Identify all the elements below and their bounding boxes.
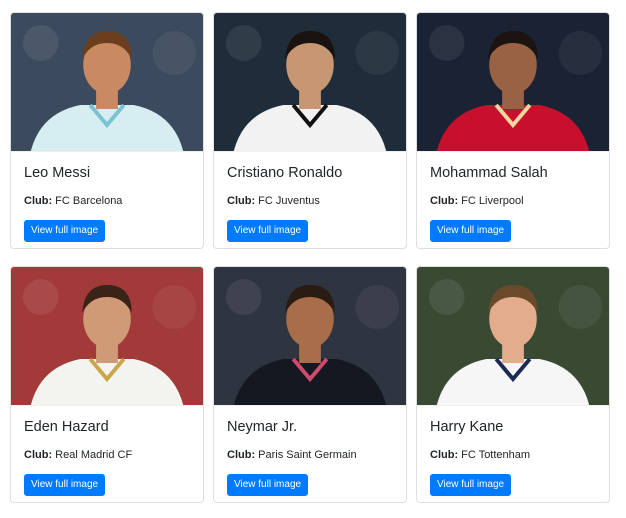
view-full-image-button[interactable]: View full image bbox=[227, 220, 309, 242]
club-label: Club: bbox=[430, 195, 459, 207]
view-full-image-button[interactable]: View full image bbox=[227, 474, 309, 496]
player-club: Club: Paris Saint Germain bbox=[227, 448, 393, 462]
player-photo-graphic bbox=[11, 13, 203, 151]
club-name: FC Juventus bbox=[258, 195, 320, 207]
player-club: Club: FC Barcelona bbox=[24, 194, 190, 208]
player-photo bbox=[11, 13, 203, 152]
card-body: Leo Messi Club: FC Barcelona View full i… bbox=[11, 152, 203, 242]
player-name: Neymar Jr. bbox=[227, 419, 298, 435]
club-label: Club: bbox=[227, 449, 256, 461]
card-body: Cristiano Ronaldo Club: FC Juventus View… bbox=[214, 152, 406, 242]
player-name: Cristiano Ronaldo bbox=[227, 165, 343, 181]
view-full-image-button[interactable]: View full image bbox=[24, 220, 106, 242]
player-club: Club: FC Liverpool bbox=[430, 194, 596, 208]
player-club: Club: Real Madrid CF bbox=[24, 448, 190, 462]
player-card: Neymar Jr. Club: Paris Saint Germain Vie… bbox=[213, 266, 407, 503]
club-label: Club: bbox=[430, 449, 459, 461]
player-card: Eden Hazard Club: Real Madrid CF View fu… bbox=[10, 266, 204, 503]
card-body: Eden Hazard Club: Real Madrid CF View fu… bbox=[11, 406, 203, 496]
player-photo-graphic bbox=[417, 13, 609, 151]
player-name: Harry Kane bbox=[430, 419, 504, 435]
player-name: Leo Messi bbox=[24, 165, 91, 181]
club-label: Club: bbox=[24, 449, 53, 461]
club-label: Club: bbox=[227, 195, 256, 207]
player-photo-graphic bbox=[214, 267, 406, 405]
club-name: FC Tottenham bbox=[461, 449, 531, 461]
player-card: Cristiano Ronaldo Club: FC Juventus View… bbox=[213, 12, 407, 249]
player-photo bbox=[417, 13, 609, 152]
player-name: Eden Hazard bbox=[24, 419, 109, 435]
player-photo-graphic bbox=[11, 267, 203, 405]
club-label: Club: bbox=[24, 195, 53, 207]
view-full-image-button[interactable]: View full image bbox=[430, 474, 512, 496]
club-name: Paris Saint Germain bbox=[258, 449, 357, 461]
view-full-image-button[interactable]: View full image bbox=[24, 474, 106, 496]
player-card: Leo Messi Club: FC Barcelona View full i… bbox=[10, 12, 204, 249]
player-club: Club: FC Juventus bbox=[227, 194, 393, 208]
player-card: Mohammad Salah Club: FC Liverpool View f… bbox=[416, 12, 610, 249]
club-name: Real Madrid CF bbox=[55, 449, 133, 461]
card-body: Mohammad Salah Club: FC Liverpool View f… bbox=[417, 152, 609, 242]
player-club: Club: FC Tottenham bbox=[430, 448, 596, 462]
player-photo-graphic bbox=[417, 267, 609, 405]
card-body: Harry Kane Club: FC Tottenham View full … bbox=[417, 406, 609, 496]
player-card: Harry Kane Club: FC Tottenham View full … bbox=[416, 266, 610, 503]
player-photo bbox=[214, 267, 406, 406]
club-name: FC Barcelona bbox=[55, 195, 123, 207]
card-body: Neymar Jr. Club: Paris Saint Germain Vie… bbox=[214, 406, 406, 496]
player-photo bbox=[417, 267, 609, 406]
club-name: FC Liverpool bbox=[461, 195, 524, 207]
view-full-image-button[interactable]: View full image bbox=[430, 220, 512, 242]
player-grid: Leo Messi Club: FC Barcelona View full i… bbox=[10, 12, 611, 503]
player-photo-graphic bbox=[214, 13, 406, 151]
player-photo bbox=[214, 13, 406, 152]
player-photo bbox=[11, 267, 203, 406]
player-name: Mohammad Salah bbox=[430, 165, 548, 181]
